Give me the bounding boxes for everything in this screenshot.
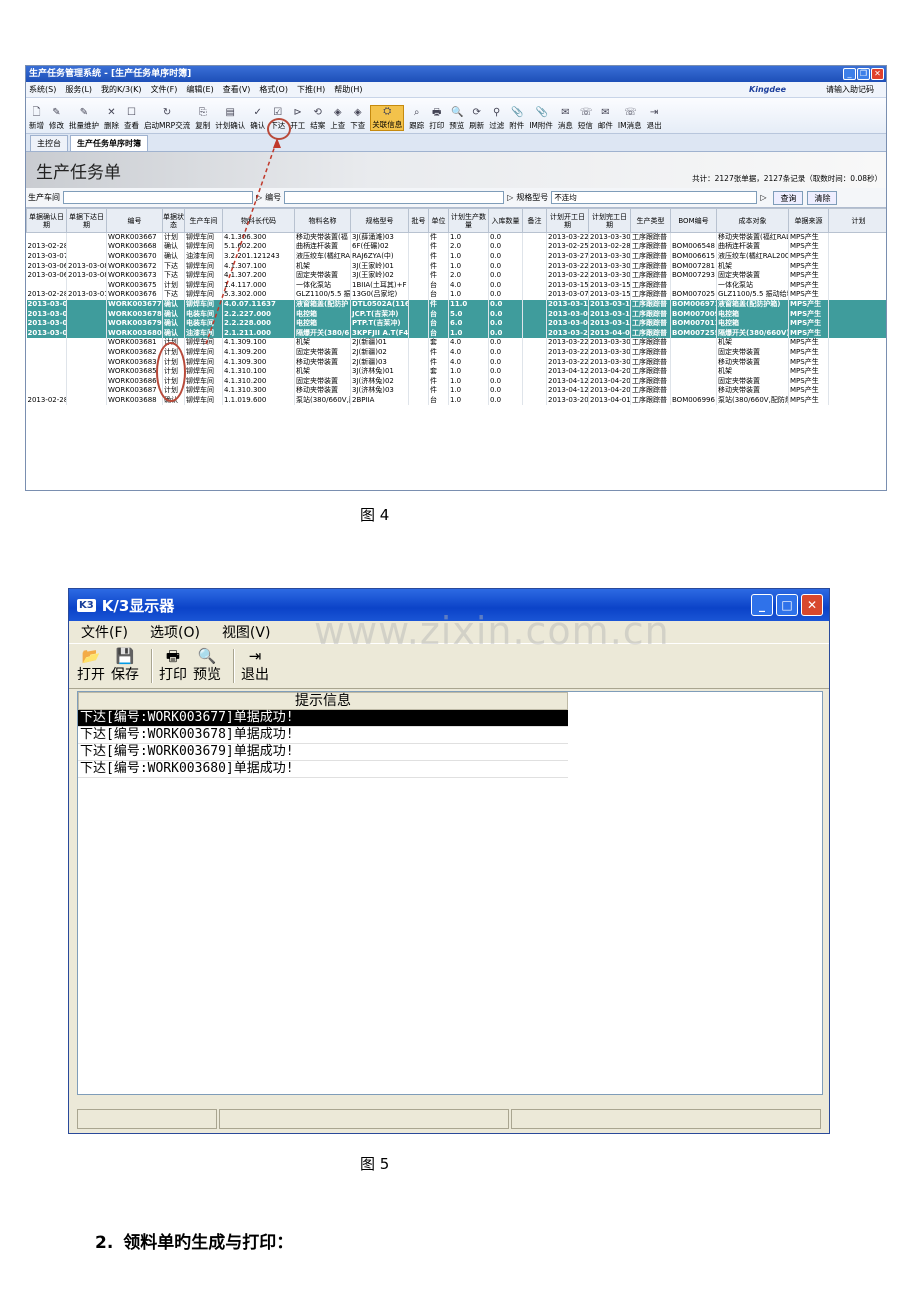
exit-icon: ⇥ (248, 647, 262, 665)
open-label: 打开 (77, 667, 105, 683)
fig5-window-title: K/3显示器 (101, 596, 175, 615)
folder-icon: 📂 (81, 647, 101, 665)
figure-4-caption: 图 4 (360, 506, 390, 524)
close-icon[interactable]: ✕ (801, 594, 823, 616)
menu-view[interactable]: 视图(V) (222, 622, 271, 642)
figure-5-caption: 图 5 (360, 1155, 390, 1173)
fig5-screenshot: K3 K/3显示器 _ □ ✕ 文件(F) 选项(O) 视图(V) 📂 打开 💾 保… (68, 588, 830, 1134)
exit-button[interactable]: ⇥ 退出 (241, 648, 269, 684)
message-row[interactable]: 下达[编号:WORK003677]单据成功! (78, 710, 568, 727)
minimize-icon[interactable]: _ (751, 594, 773, 616)
print-label: 打印 (159, 667, 187, 683)
menu-options[interactable]: 选项(O) (150, 622, 200, 642)
message-row[interactable]: 下达[编号:WORK003680]单据成功! (78, 761, 568, 778)
menu-file[interactable]: 文件(F) (81, 622, 128, 642)
exit-label: 退出 (241, 667, 269, 683)
maximize-icon[interactable]: □ (776, 594, 798, 616)
preview-button[interactable]: 🔍 预览 (193, 648, 221, 684)
message-row[interactable]: 下达[编号:WORK003678]单据成功! (78, 727, 568, 744)
k3-logo-icon: K3 (77, 598, 96, 612)
open-button[interactable]: 📂 打开 (77, 648, 105, 684)
print-button[interactable]: 🖶 打印 (159, 648, 187, 684)
annotation-arrow (205, 138, 281, 345)
section-heading: 2. 领料单旳生成与打印： (95, 1228, 293, 1253)
preview-label: 预览 (193, 667, 221, 683)
preview-icon: 🔍 (197, 647, 217, 665)
watermark: www.zixin.com.cn (314, 609, 670, 653)
disk-icon: 💾 (115, 647, 135, 665)
message-list-header: 提示信息 (78, 692, 568, 710)
message-row[interactable]: 下达[编号:WORK003679]单据成功! (78, 744, 568, 761)
section-number: 2. (95, 1233, 114, 1253)
message-list[interactable]: 提示信息 下达[编号:WORK003677]单据成功! 下达[编号:WORK00… (77, 691, 823, 1095)
section-title: 领料单旳生成与打印： (123, 1233, 294, 1253)
printer-icon: 🖶 (165, 647, 181, 665)
save-button[interactable]: 💾 保存 (111, 648, 139, 684)
save-label: 保存 (111, 667, 139, 683)
status-bar (77, 1109, 823, 1129)
fig4-screenshot: 生产任务管理系统 - [生产任务单序时簿] _ ❐ ✕ 系统(S) 服务(L) … (25, 65, 887, 491)
